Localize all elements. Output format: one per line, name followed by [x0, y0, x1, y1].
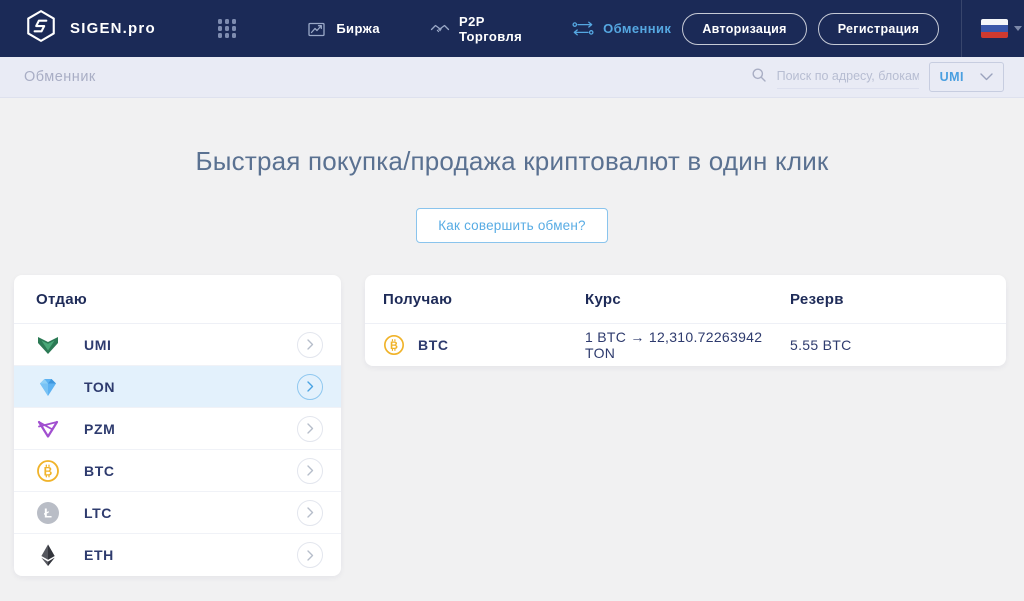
- chevron-down-icon: [980, 68, 993, 86]
- nav-item-p2p-trading[interactable]: P2P Торговля: [430, 14, 522, 44]
- chevron-right-icon: [297, 415, 323, 442]
- nav-item-exchanger[interactable]: Обменник: [572, 21, 671, 36]
- exchange-rate: 1 BTC → 12,310.72263942 TON: [585, 329, 763, 361]
- umi-coin-icon: [36, 333, 60, 357]
- give-coin-row-pzm[interactable]: PZM: [14, 408, 341, 450]
- search-filter-dropdown[interactable]: UMI: [928, 62, 1004, 92]
- main-nav: Биржа P2P Торговля Обменник: [308, 14, 671, 44]
- coin-code: BTC: [418, 337, 449, 353]
- column-header-reserve: Резерв: [790, 290, 844, 308]
- give-coin-row-eth[interactable]: ETH: [14, 534, 341, 576]
- btc-coin-icon: B: [383, 334, 405, 356]
- chevron-right-icon: [297, 457, 323, 484]
- ton-coin-icon: [36, 375, 60, 399]
- top-header: SIGEN.pro Биржа P2P Торговля Обменник Ав…: [0, 0, 1024, 57]
- coin-code: BTC: [84, 462, 115, 479]
- coin-code: UMI: [84, 336, 112, 353]
- chevron-down-icon: [1014, 26, 1023, 31]
- chevron-right-icon: [297, 499, 323, 526]
- nav-label: Биржа: [336, 21, 381, 36]
- svg-text:B: B: [390, 340, 398, 352]
- language-selector[interactable]: [981, 19, 1023, 38]
- reserve-amount: 5.55 BTC: [790, 337, 852, 353]
- receive-coin-row-btc[interactable]: B BTC 1 BTC → 12,310.72263942 TON 5.55 B…: [365, 324, 1006, 366]
- eth-coin-icon: [36, 543, 60, 567]
- give-panel-header: Отдаю: [14, 275, 341, 324]
- give-coin-row-umi[interactable]: UMI: [14, 324, 341, 366]
- give-coin-row-ton[interactable]: TON: [14, 366, 341, 408]
- receive-panel: Получаю Курс Резерв B BTC 1 BTC → 12,310…: [365, 275, 1006, 366]
- chevron-right-icon: [297, 331, 323, 358]
- btc-coin-icon: B: [36, 459, 60, 483]
- how-to-exchange-button[interactable]: Как совершить обмен?: [416, 208, 608, 243]
- give-coin-row-ltc[interactable]: Ł LTC: [14, 492, 341, 534]
- svg-text:B: B: [44, 464, 53, 478]
- column-header-rate: Курс: [585, 290, 622, 308]
- give-coin-row-btc[interactable]: B BTC: [14, 450, 341, 492]
- hero-section: Быстрая покупка/продажа криптовалют в од…: [0, 146, 1024, 243]
- pzm-coin-icon: [36, 417, 60, 441]
- receive-coin-cell: B BTC: [383, 334, 585, 356]
- search-area: UMI: [751, 62, 1004, 92]
- nav-label: P2P Торговля: [459, 13, 523, 44]
- handshake-icon: [430, 21, 450, 36]
- give-panel: Отдаю UMI TON PZM B BTC Ł LTC ETH: [14, 275, 341, 576]
- coin-code: PZM: [84, 420, 116, 437]
- russian-flag-icon: [981, 19, 1009, 38]
- chevron-right-icon: [297, 542, 323, 568]
- coin-code: LTC: [84, 504, 112, 521]
- receive-panel-header: Получаю Курс Резерв: [365, 275, 1006, 324]
- register-button[interactable]: Регистрация: [817, 12, 940, 45]
- search-input[interactable]: [776, 65, 919, 89]
- exchange-arrows-icon: [572, 21, 594, 36]
- login-button[interactable]: Авторизация: [682, 12, 807, 45]
- exchange-panels: Отдаю UMI TON PZM B BTC Ł LTC ETH Получа…: [0, 275, 1024, 576]
- svg-text:Ł: Ł: [44, 505, 52, 520]
- sub-header: Обменник UMI: [0, 57, 1024, 98]
- sigen-logo-icon: [24, 9, 58, 48]
- coin-code: TON: [84, 378, 116, 395]
- chart-icon: [308, 21, 327, 37]
- filter-value: UMI: [939, 70, 964, 84]
- chevron-right-icon: [297, 373, 323, 400]
- coin-code: ETH: [84, 547, 114, 563]
- apps-grid-icon[interactable]: [217, 19, 237, 38]
- column-header-receive: Получаю: [383, 290, 453, 308]
- ltc-coin-icon: Ł: [36, 501, 60, 525]
- brand-name: SIGEN.pro: [70, 20, 156, 37]
- page-title: Быстрая покупка/продажа криптовалют в од…: [195, 146, 829, 176]
- nav-item-exchange-market[interactable]: Биржа: [308, 21, 380, 37]
- breadcrumb: Обменник: [24, 69, 96, 85]
- brand-logo[interactable]: SIGEN.pro: [24, 9, 156, 48]
- search-icon: [751, 67, 767, 88]
- nav-label: Обменник: [603, 21, 672, 36]
- header-right: Авторизация Регистрация: [671, 0, 1024, 57]
- header-divider: [961, 0, 963, 57]
